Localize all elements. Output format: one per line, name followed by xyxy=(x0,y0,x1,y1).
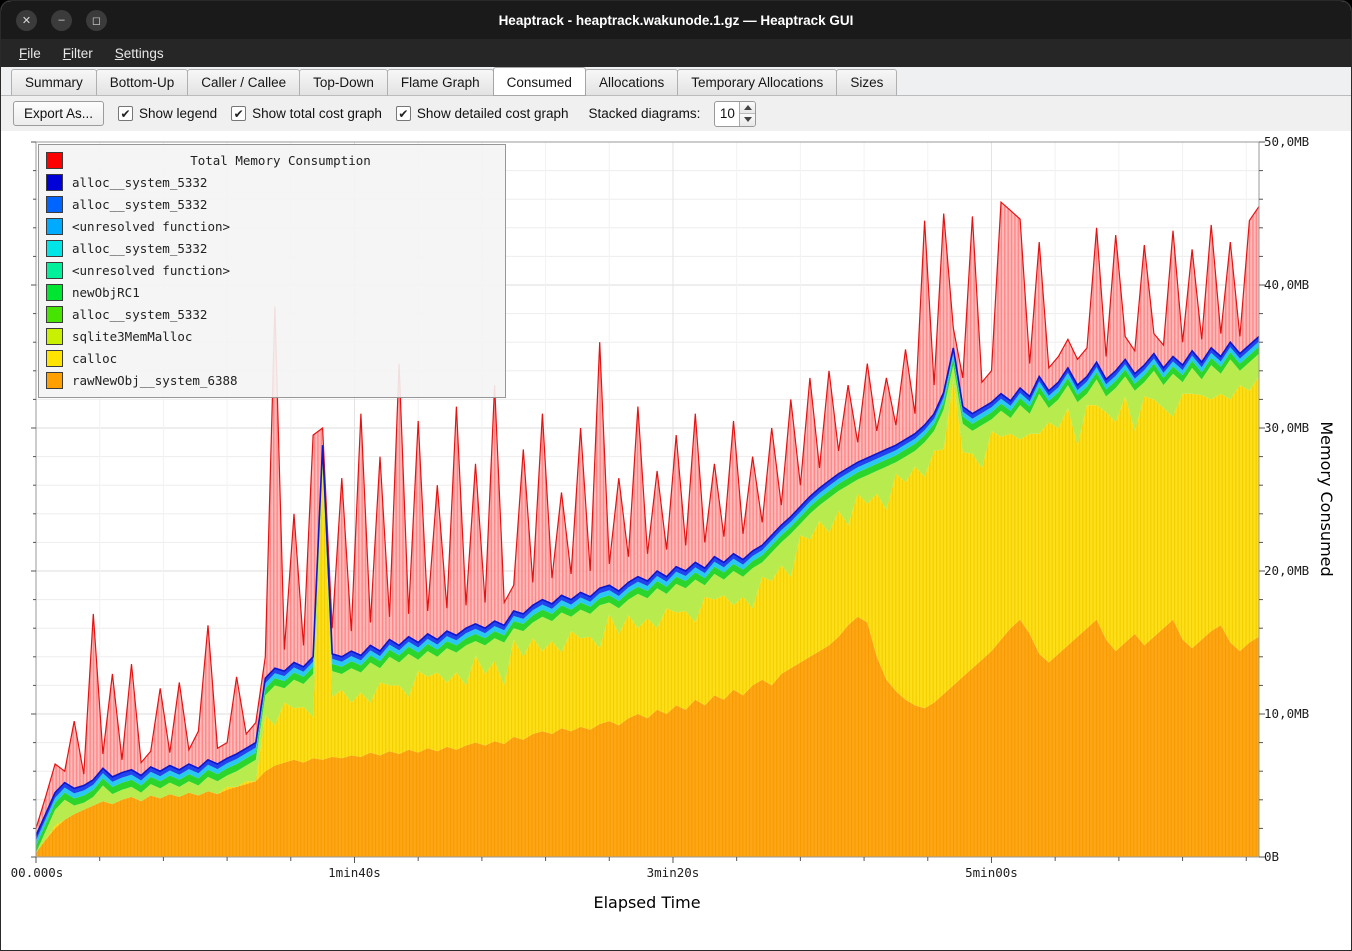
maximize-button[interactable]: ◻ xyxy=(86,10,107,31)
legend-entry: sqlite3MemMalloc xyxy=(46,325,498,347)
chart-legend: Total Memory Consumption alloc__system_5… xyxy=(38,144,506,398)
legend-title: Total Memory Consumption xyxy=(63,153,498,168)
legend-label: <unresolved function> xyxy=(72,263,230,278)
checkbox-label: Show legend xyxy=(139,106,217,121)
legend-swatch xyxy=(46,306,63,323)
minimize-icon: – xyxy=(58,14,64,26)
y-tick-label: 10,0MB xyxy=(1264,706,1309,721)
x-tick-label: 5min00s xyxy=(965,865,1018,880)
legend-entry: alloc__system_5332 xyxy=(46,193,498,215)
tab-consumed[interactable]: Consumed xyxy=(493,67,586,96)
legend-entry: <unresolved function> xyxy=(46,259,498,281)
y-tick-label: 50,0MB xyxy=(1264,134,1309,149)
y-tick-label: 20,0MB xyxy=(1264,563,1309,578)
checkbox-show-legend[interactable]: Show legend xyxy=(118,106,217,121)
legend-swatch xyxy=(46,262,63,279)
tab-flame-graph[interactable]: Flame Graph xyxy=(387,69,494,96)
close-icon: ✕ xyxy=(22,14,31,27)
menu-file[interactable]: File xyxy=(9,42,51,65)
legend-label: rawNewObj__system_6388 xyxy=(72,373,238,388)
y-axis-title: Memory Consumed xyxy=(1317,421,1336,576)
maximize-icon: ◻ xyxy=(92,14,101,27)
tab-bottom-up[interactable]: Bottom-Up xyxy=(96,69,189,96)
legend-label: alloc__system_5332 xyxy=(72,241,207,256)
spin-down-button[interactable] xyxy=(740,113,755,126)
menu-settings[interactable]: Settings xyxy=(105,42,174,65)
tab-top-down[interactable]: Top-Down xyxy=(299,69,388,96)
legend-total-swatch xyxy=(46,152,63,169)
tab-allocations[interactable]: Allocations xyxy=(585,69,678,96)
spin-up-button[interactable] xyxy=(740,102,755,114)
legend-entry: <unresolved function> xyxy=(46,215,498,237)
tabbar: Summary Bottom-Up Caller / Callee Top-Do… xyxy=(1,67,1351,96)
minimize-button[interactable]: – xyxy=(51,10,72,31)
legend-entry: calloc xyxy=(46,347,498,369)
legend-entry: alloc__system_5332 xyxy=(46,171,498,193)
legend-label: calloc xyxy=(72,351,117,366)
chevron-up-icon xyxy=(744,105,752,110)
spinbox-value: 10 xyxy=(715,102,739,126)
legend-entry: rawNewObj__system_6388 xyxy=(46,369,498,391)
legend-label: <unresolved function> xyxy=(72,219,230,234)
titlebar: ✕ – ◻ Heaptrack - heaptrack.wakunode.1.g… xyxy=(1,1,1351,39)
heaptrack-window: ✕ – ◻ Heaptrack - heaptrack.wakunode.1.g… xyxy=(0,0,1352,951)
menubar: File Filter Settings xyxy=(1,39,1351,67)
legend-swatch xyxy=(46,218,63,235)
legend-label: newObjRC1 xyxy=(72,285,140,300)
legend-swatch xyxy=(46,196,63,213)
tab-caller-callee[interactable]: Caller / Callee xyxy=(187,69,300,96)
legend-title-row: Total Memory Consumption xyxy=(46,149,498,171)
legend-swatch xyxy=(46,240,63,257)
menu-filter[interactable]: Filter xyxy=(53,42,103,65)
legend-swatch xyxy=(46,328,63,345)
legend-entry: alloc__system_5332 xyxy=(46,303,498,325)
y-tick-label: 40,0MB xyxy=(1264,277,1309,292)
stacked-diagrams-label: Stacked diagrams: xyxy=(589,106,701,121)
y-tick-label: 0B xyxy=(1264,849,1279,864)
tab-sizes[interactable]: Sizes xyxy=(836,69,897,96)
spinbox-buttons xyxy=(739,102,755,126)
tab-temporary-allocations[interactable]: Temporary Allocations xyxy=(677,69,837,96)
checkbox-checked-icon xyxy=(231,106,246,121)
legend-entry: newObjRC1 xyxy=(46,281,498,303)
legend-swatch xyxy=(46,350,63,367)
checkbox-show-total-cost-graph[interactable]: Show total cost graph xyxy=(231,106,382,121)
legend-label: alloc__system_5332 xyxy=(72,175,207,190)
tab-summary[interactable]: Summary xyxy=(11,69,97,96)
legend-swatch xyxy=(46,372,63,389)
legend-swatch xyxy=(46,174,63,191)
close-button[interactable]: ✕ xyxy=(16,10,37,31)
window-title: Heaptrack - heaptrack.wakunode.1.gz — He… xyxy=(1,13,1351,28)
consumed-chart-panel: Total Memory Consumption alloc__system_5… xyxy=(1,131,1351,950)
checkbox-label: Show total cost graph xyxy=(252,106,382,121)
legend-swatch xyxy=(46,284,63,301)
legend-entry: alloc__system_5332 xyxy=(46,237,498,259)
legend-label: sqlite3MemMalloc xyxy=(72,329,192,344)
window-controls: ✕ – ◻ xyxy=(16,10,107,31)
legend-label: alloc__system_5332 xyxy=(72,197,207,212)
checkbox-checked-icon xyxy=(118,106,133,121)
y-tick-label: 30,0MB xyxy=(1264,420,1309,435)
checkbox-checked-icon xyxy=(396,106,411,121)
export-as-button[interactable]: Export As... xyxy=(13,101,104,126)
toolbar: Export As... Show legend Show total cost… xyxy=(1,96,1351,131)
x-tick-label: 3min20s xyxy=(647,865,700,880)
x-axis-title: Elapsed Time xyxy=(593,893,700,912)
checkbox-show-detailed-cost-graph[interactable]: Show detailed cost graph xyxy=(396,106,569,121)
checkbox-label: Show detailed cost graph xyxy=(417,106,569,121)
x-tick-label: 00.000s xyxy=(11,865,64,880)
legend-label: alloc__system_5332 xyxy=(72,307,207,322)
stacked-diagrams-spinbox[interactable]: 10 xyxy=(714,101,756,127)
chevron-down-icon xyxy=(744,117,752,122)
x-tick-label: 1min40s xyxy=(328,865,381,880)
